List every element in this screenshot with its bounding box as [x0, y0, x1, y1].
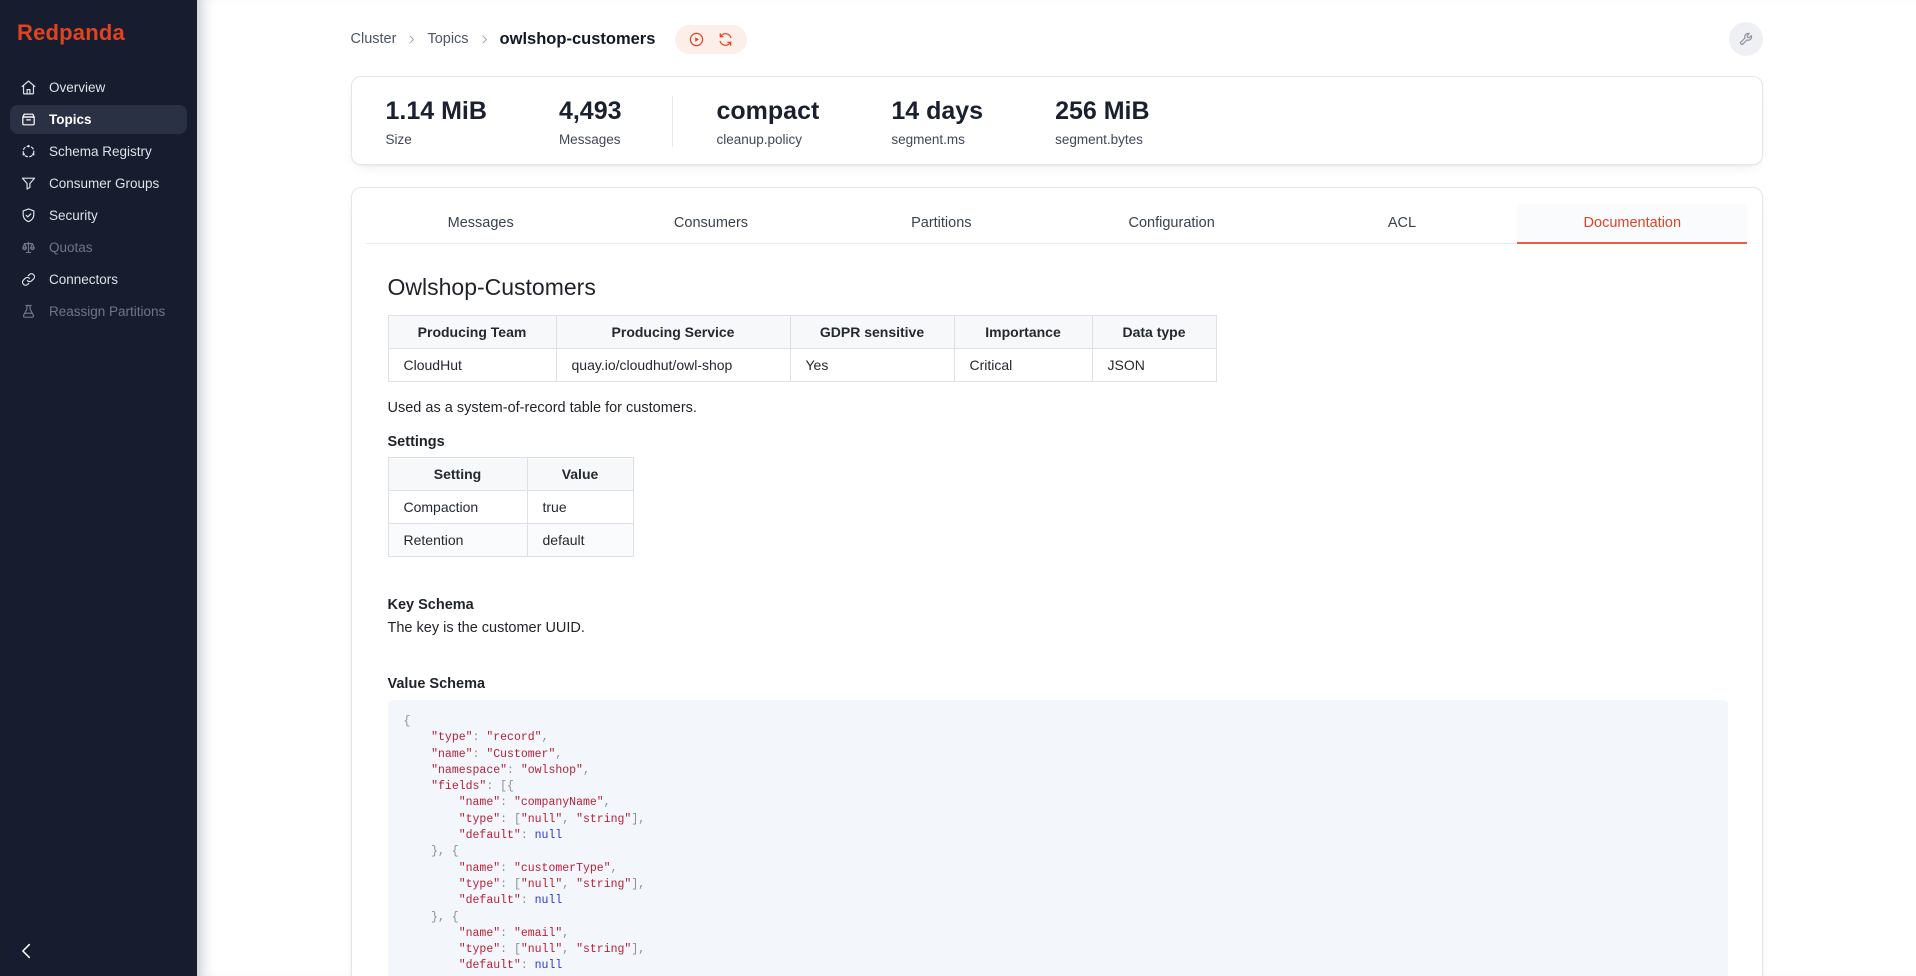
topic-detail-card: MessagesConsumersPartitionsConfiguration… [351, 187, 1763, 976]
breadcrumb: Cluster Topics owlshop-customers [351, 30, 656, 49]
breadcrumb-topics[interactable]: Topics [427, 31, 468, 47]
tab-configuration[interactable]: Configuration [1056, 204, 1286, 243]
breadcrumb-owlshop-customers: owlshop-customers [500, 30, 656, 49]
column-header: Value [527, 458, 633, 491]
scales-icon [20, 239, 37, 256]
doc-note: Used as a system-of-record table for cus… [388, 400, 1726, 416]
table-cell: quay.io/cloudhut/owl-shop [556, 349, 790, 382]
documentation-panel: Owlshop-Customers Producing TeamProducin… [366, 244, 1748, 976]
chevron-left-icon [16, 940, 38, 962]
stat-label: cleanup.policy [717, 132, 820, 147]
table-cell: Yes [790, 349, 954, 382]
sidebar-item-label: Security [49, 207, 98, 224]
sidebar-item-overview[interactable]: Overview [10, 73, 187, 102]
tab-partitions[interactable]: Partitions [826, 204, 1056, 243]
key-schema-text: The key is the customer UUID. [388, 620, 1726, 636]
sidebar-item-connectors[interactable]: Connectors [10, 265, 187, 294]
stat-messages: 4,493 Messages [559, 96, 622, 147]
chevron-right-icon [478, 33, 491, 46]
sidebar-item-label: Schema Registry [49, 143, 152, 160]
tab-consumers[interactable]: Consumers [596, 204, 826, 243]
stat-segment-bytes: 256 MiB segment.bytes [1055, 96, 1149, 147]
sidebar-item-label: Reassign Partitions [49, 303, 165, 320]
sidebar-collapse-button[interactable] [16, 940, 38, 962]
column-header: Importance [954, 316, 1092, 349]
sidebar: Redpanda Overview Topics Schema Registry Co… [0, 0, 197, 976]
shield-icon [20, 207, 37, 224]
table-row: Compactiontrue [388, 491, 633, 524]
table-cell: Critical [954, 349, 1092, 382]
sidebar-item-topics[interactable]: Topics [10, 105, 187, 134]
sidebar-item-consumer-groups[interactable]: Consumer Groups [10, 169, 187, 198]
sidebar-nav: Overview Topics Schema Registry Consumer Gr… [0, 73, 197, 326]
stat-value: compact [717, 96, 820, 126]
main-area: Cluster Topics owlshop-customers 1.14 MiB S… [197, 0, 1916, 976]
topics-icon [20, 111, 37, 128]
sidebar-item-quotas[interactable]: Quotas [10, 233, 187, 262]
stat-value: 4,493 [559, 96, 622, 126]
funnel-icon [20, 175, 37, 192]
table-cell: Compaction [388, 491, 527, 524]
stat-value: 1.14 MiB [386, 96, 487, 126]
producing-info-table: Producing TeamProducing ServiceGDPR sens… [388, 315, 1217, 382]
table-cell: Retention [388, 524, 527, 557]
stat-label: segment.bytes [1055, 132, 1149, 147]
chevron-right-icon [405, 33, 418, 46]
settings-table: SettingValueCompactiontrueRetentiondefau… [388, 457, 634, 557]
tab-acl[interactable]: ACL [1287, 204, 1517, 243]
stat-label: Messages [559, 132, 622, 147]
tab-bar: MessagesConsumersPartitionsConfiguration… [366, 204, 1748, 244]
stat-cleanup-policy: compact cleanup.policy [717, 96, 820, 147]
sidebar-item-label: Connectors [49, 271, 118, 288]
column-header: Setting [388, 458, 527, 491]
table-cell: default [527, 524, 633, 557]
redpanda-logo: Redpanda [0, 0, 197, 70]
sidebar-item-label: Consumer Groups [49, 175, 159, 192]
stat-value: 256 MiB [1055, 96, 1149, 126]
topic-actions [675, 25, 747, 54]
column-header: Producing Team [388, 316, 556, 349]
refresh-icon[interactable] [717, 31, 734, 48]
breadcrumb-cluster[interactable]: Cluster [351, 31, 397, 47]
stat-segment-ms: 14 days segment.ms [891, 96, 983, 147]
table-header-row: SettingValue [388, 458, 633, 491]
tab-messages[interactable]: Messages [366, 204, 596, 243]
play-circle-icon[interactable] [688, 31, 705, 48]
table-cell: true [527, 491, 633, 524]
key-schema-heading: Key Schema [388, 597, 1726, 613]
topic-stats-card: 1.14 MiB Size 4,493 Messages compact cleanup.… [351, 76, 1763, 165]
stat-size: 1.14 MiB Size [386, 96, 487, 147]
column-header: Producing Service [556, 316, 790, 349]
stat-label: segment.ms [891, 132, 983, 147]
sidebar-item-reassign-partitions[interactable]: Reassign Partitions [10, 297, 187, 326]
stats-divider [672, 96, 673, 147]
flask-icon [20, 303, 37, 320]
schema-registry-icon [20, 143, 37, 160]
link-icon [20, 271, 37, 288]
page-header: Cluster Topics owlshop-customers [351, 0, 1763, 56]
sidebar-item-label: Quotas [49, 239, 93, 256]
sidebar-item-schema-registry[interactable]: Schema Registry [10, 137, 187, 166]
sidebar-item-label: Topics [49, 111, 92, 128]
sidebar-item-security[interactable]: Security [10, 201, 187, 230]
tools-button[interactable] [1729, 22, 1763, 56]
value-schema-heading: Value Schema [388, 676, 1726, 692]
value-schema-code-block: { "type": "record", "name": "Customer", … [388, 700, 1728, 976]
column-header: GDPR sensitive [790, 316, 954, 349]
table-cell: CloudHut [388, 349, 556, 382]
table-row: Retentiondefault [388, 524, 633, 557]
tab-documentation[interactable]: Documentation [1517, 204, 1747, 243]
settings-heading: Settings [388, 434, 1726, 450]
table-cell: JSON [1092, 349, 1216, 382]
table-row: CloudHutquay.io/cloudhut/owl-shopYesCrit… [388, 349, 1216, 382]
stat-value: 14 days [891, 96, 983, 126]
table-header-row: Producing TeamProducing ServiceGDPR sens… [388, 316, 1216, 349]
home-icon [20, 79, 37, 96]
stat-label: Size [386, 132, 487, 147]
sidebar-item-label: Overview [49, 79, 105, 96]
wrench-icon [1737, 31, 1754, 48]
doc-title: Owlshop-Customers [388, 274, 1726, 301]
column-header: Data type [1092, 316, 1216, 349]
